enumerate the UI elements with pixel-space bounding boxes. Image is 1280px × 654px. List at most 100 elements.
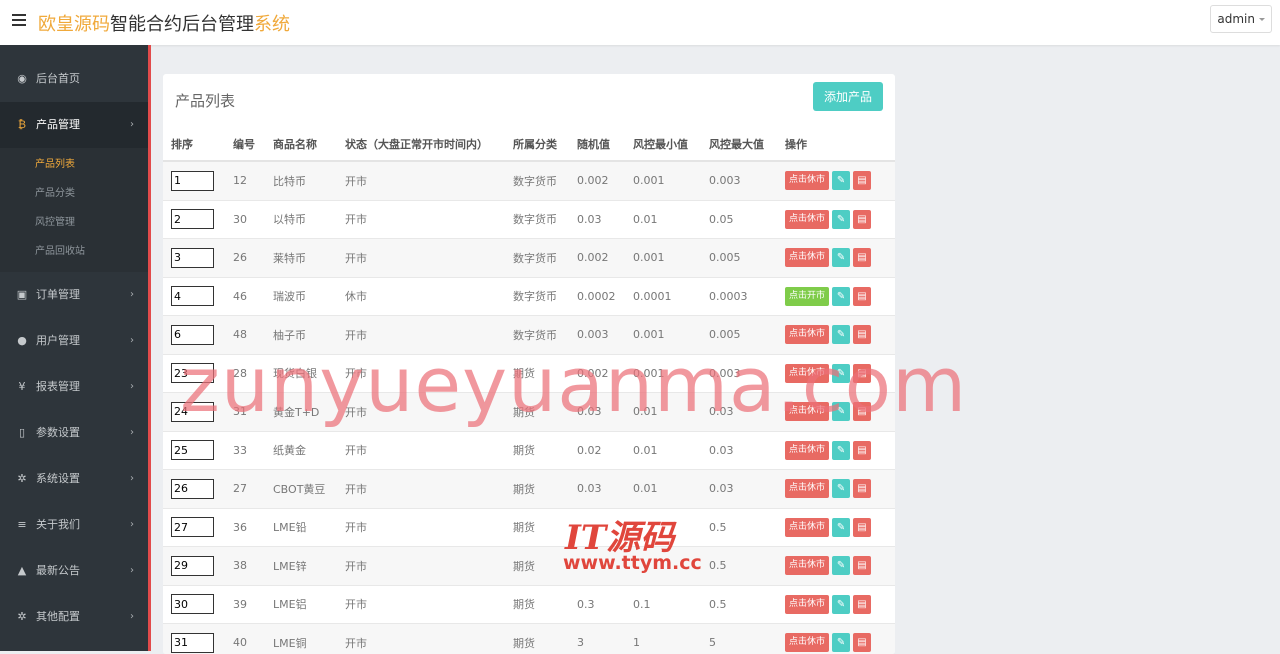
edit-icon[interactable]: ✎ [832,556,850,575]
actions-cell: 点击休市✎▤ [785,470,895,509]
delete-icon[interactable]: ▤ [853,210,871,229]
sort-input[interactable] [171,556,214,576]
toggle-market-button[interactable]: 点击休市 [785,441,829,460]
menu-toggle-icon[interactable] [12,14,26,28]
submenu-item-0[interactable]: 产品列表 [0,150,148,179]
edit-icon[interactable]: ✎ [832,287,850,306]
actions-cell: 点击休市✎▤ [785,508,895,547]
table-row: 39LME铝开市期货0.30.10.5点击休市✎▤ [163,585,895,624]
sidebar-item-3[interactable]: ●用户管理› [0,318,148,364]
cell-max: 0.005 [709,239,785,278]
watermark-text: zunyueyuanma.com [180,340,967,429]
caret-down-icon [1259,18,1265,21]
cell-name: LME铜 [273,624,345,654]
table-row: 33纸黄金开市期货0.020.010.03点击休市✎▤ [163,431,895,470]
toggle-market-button[interactable]: 点击休市 [785,171,829,190]
delete-icon[interactable]: ▤ [853,595,871,614]
delete-icon[interactable]: ▤ [853,171,871,190]
chevron-right-icon: › [130,502,134,548]
sort-input[interactable] [171,633,214,653]
edit-icon[interactable]: ✎ [832,210,850,229]
delete-icon[interactable]: ▤ [853,518,871,537]
delete-icon[interactable]: ▤ [853,556,871,575]
cell-id: 36 [233,508,273,547]
cell-name: LME铝 [273,585,345,624]
submenu-item-2[interactable]: 风控管理 [0,208,148,237]
sort-cell [163,277,233,316]
toggle-market-button[interactable]: 点击休市 [785,210,829,229]
sort-input[interactable] [171,440,214,460]
sort-input[interactable] [171,248,214,268]
submenu-item-3[interactable]: 产品回收站 [0,237,148,266]
user-dropdown[interactable]: admin [1210,5,1272,33]
sort-cell [163,508,233,547]
delete-icon[interactable]: ▤ [853,479,871,498]
sidebar-item-5[interactable]: ▯参数设置› [0,410,148,456]
toggle-market-button[interactable]: 点击休市 [785,556,829,575]
cell-min: 0.001 [633,161,709,200]
copy-icon: ▣ [15,272,29,318]
cell-min: 0.01 [633,200,709,239]
sidebar-item-2[interactable]: ▣订单管理› [0,272,148,318]
sort-input[interactable] [171,209,214,229]
delete-icon[interactable]: ▤ [853,441,871,460]
sidebar-item-6[interactable]: ✲系统设置› [0,456,148,502]
cell-id: 40 [233,624,273,654]
sidebar-item-0[interactable]: ◉后台首页 [0,56,148,102]
edit-icon[interactable]: ✎ [832,248,850,267]
cell-max: 0.5 [709,585,785,624]
chevron-right-icon: › [130,594,134,640]
submenu-item-1[interactable]: 产品分类 [0,179,148,208]
cell-max: 0.03 [709,470,785,509]
cell-category: 数字货币 [513,200,577,239]
brand-part-3: 系统 [254,14,290,35]
brand-part-1: 欧皇源码 [38,14,110,35]
cell-id: 38 [233,547,273,586]
toggle-market-button[interactable]: 点击休市 [785,595,829,614]
toggle-market-button[interactable]: 点击休市 [785,518,829,537]
toggle-market-button[interactable]: 点击休市 [785,479,829,498]
cell-name: CBOT黄豆 [273,470,345,509]
sort-cell [163,161,233,200]
cell-name: 以特币 [273,200,345,239]
column-header: 状态（大盘正常开市时间内） [345,128,513,161]
cell-max: 0.05 [709,200,785,239]
chevron-right-icon: › [130,102,134,148]
sidebar-item-9[interactable]: ✲其他配置› [0,594,148,640]
sidebar-item-1[interactable]: ₿产品管理› [0,102,148,148]
chevron-right-icon: › [130,364,134,410]
sidebar-item-8[interactable]: ▲最新公告› [0,548,148,594]
sidebar-item-7[interactable]: ≡关于我们› [0,502,148,548]
cell-min: 0.01 [633,431,709,470]
toggle-market-button[interactable]: 点击开市 [785,287,829,306]
sort-input[interactable] [171,594,214,614]
toggle-market-button[interactable]: 点击休市 [785,248,829,267]
edit-icon[interactable]: ✎ [832,633,850,652]
edit-icon[interactable]: ✎ [832,479,850,498]
edit-icon[interactable]: ✎ [832,518,850,537]
sort-input[interactable] [171,171,214,191]
gear-icon: ✲ [15,594,29,640]
sort-input[interactable] [171,286,214,306]
cell-max: 0.03 [709,431,785,470]
delete-icon[interactable]: ▤ [853,287,871,306]
page-title: 产品列表 [175,90,235,111]
edit-icon[interactable]: ✎ [832,171,850,190]
sidebar-item-4[interactable]: ¥报表管理› [0,364,148,410]
actions-cell: 点击休市✎▤ [785,547,895,586]
delete-icon[interactable]: ▤ [853,633,871,652]
column-header: 商品名称 [273,128,345,161]
toggle-market-button[interactable]: 点击休市 [785,633,829,652]
table-row: 12比特币开市数字货币0.0020.0010.003点击休市✎▤ [163,161,895,200]
sort-input[interactable] [171,517,214,537]
chevron-right-icon: › [130,272,134,318]
add-product-button[interactable]: 添加产品 [813,82,883,111]
edit-icon[interactable]: ✎ [832,595,850,614]
edit-icon[interactable]: ✎ [832,441,850,460]
sort-cell [163,239,233,278]
cell-random: 0.002 [577,161,633,200]
cell-name: LME铅 [273,508,345,547]
chevron-right-icon: › [130,548,134,594]
sort-input[interactable] [171,479,214,499]
delete-icon[interactable]: ▤ [853,248,871,267]
